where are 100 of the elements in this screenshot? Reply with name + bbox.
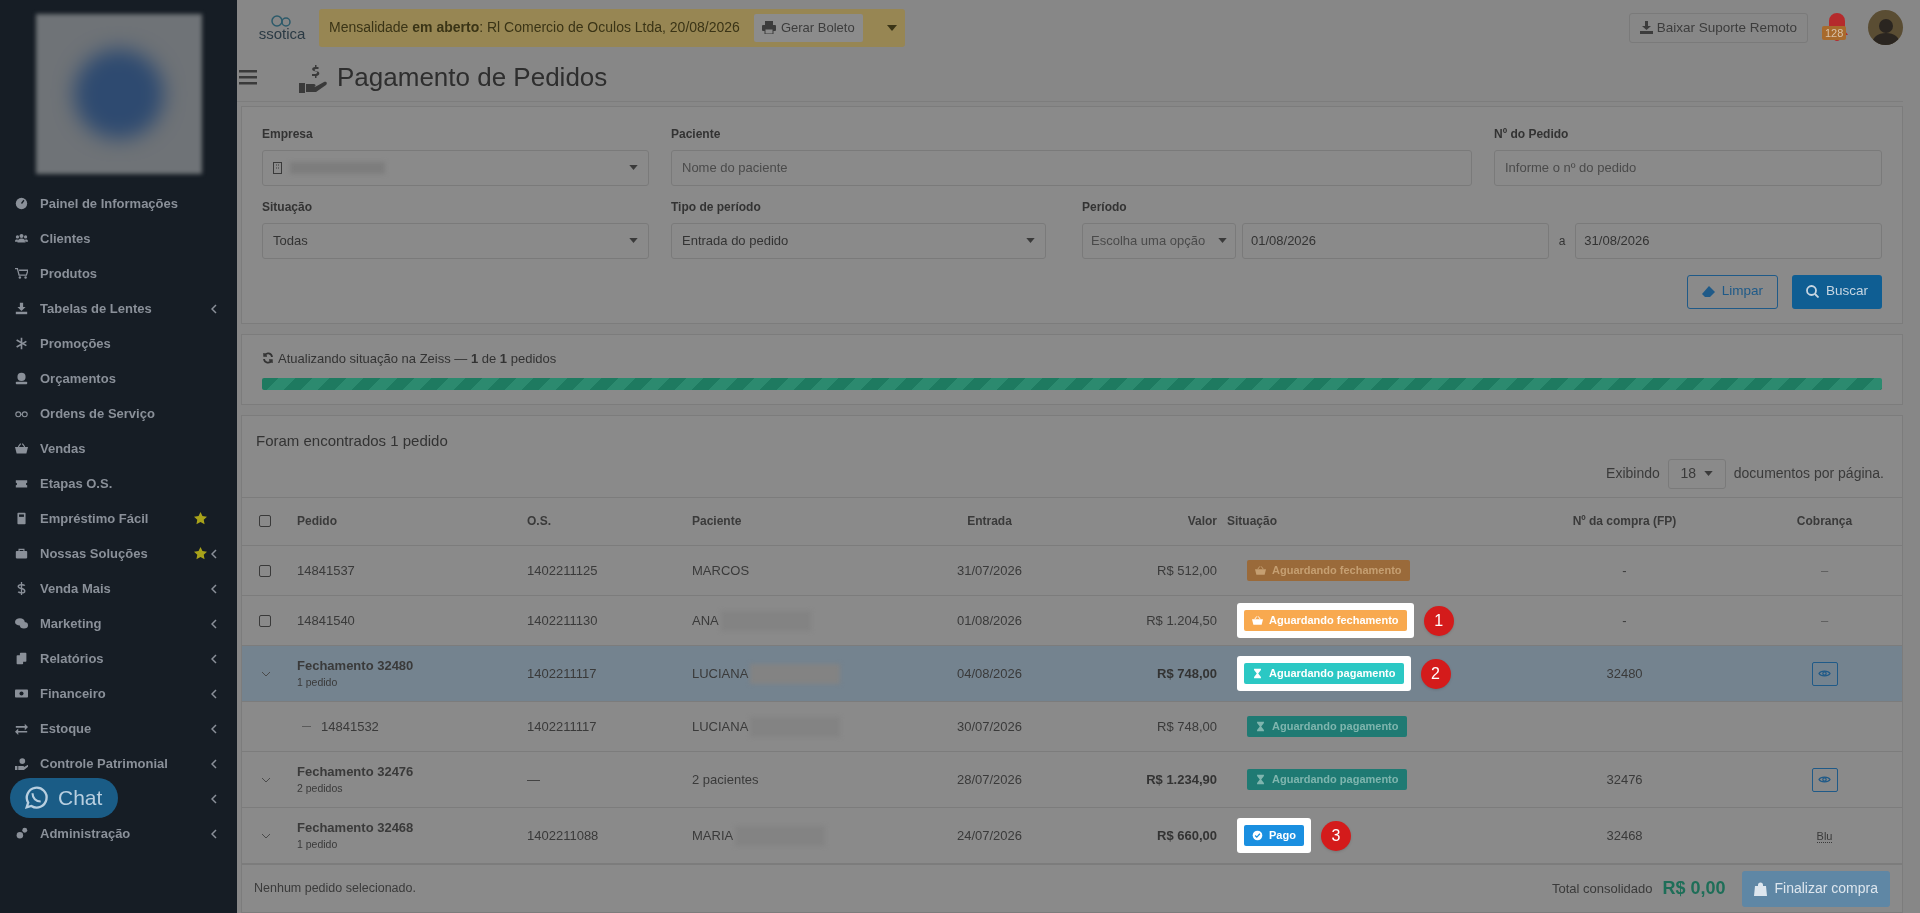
hourglass-icon: [1255, 720, 1266, 732]
sidebar-item[interactable]: Empréstimo Fácil: [0, 501, 237, 536]
closing-title: Fechamento 32480: [297, 656, 415, 675]
caret-down-icon: [629, 238, 638, 243]
empty-value: –: [1820, 612, 1829, 628]
field-label: Nº do Pedido: [1494, 125, 1570, 143]
table-row[interactable]: 14841540 1402211130 ANA 01/08/2026 R$ 1.204,50 Aguardando fechamento 1 - –: [242, 595, 1902, 646]
table-row[interactable]: Fechamento 32476 2 pedidos — 2 pacientes 28/07/2026 R$ 1.234,90 Aguardando pagamento 32476: [242, 751, 1902, 808]
service-order: 1402211117: [527, 665, 597, 681]
menu-icon[interactable]: [239, 70, 257, 86]
table-row[interactable]: Fechamento 32468 1 pedido 1402211088 MARIA 24/07/2026 R$ 660,00 Pago 3 32468 Blu: [242, 807, 1902, 864]
whatsapp-icon: [22, 784, 50, 812]
total-amount: R$ 0,00: [1662, 877, 1726, 900]
order-count: 1 pedido: [297, 837, 339, 853]
chevron-left-icon[interactable]: [211, 793, 217, 804]
exchange-arrows-icon: [15, 722, 28, 735]
callout-number: 3: [1320, 820, 1351, 851]
table-row[interactable]: Fechamento 32480 1 pedido 1402211117 LUCIANA 04/08/2026 R$ 748,00 Aguardando pagamento 2 32480: [242, 645, 1902, 702]
gauge-icon: [15, 197, 28, 210]
entry-date: 01/08/2026: [956, 612, 1023, 628]
search-icon: [1805, 285, 1819, 298]
checkbox[interactable]: [259, 614, 271, 627]
sidebar-item[interactable]: Etapas O.S.: [0, 466, 237, 501]
column-header: Pedido: [297, 514, 337, 529]
sidebar-item[interactable]: Orçamentos: [0, 361, 237, 396]
column-header: O.S.: [527, 514, 551, 529]
field-label: Tipo de período: [671, 198, 762, 216]
ticket-icon: [15, 477, 28, 490]
caret-down-icon[interactable]: [886, 24, 897, 31]
field-label: Situação: [262, 198, 313, 216]
amount: R$ 1.234,90: [1146, 771, 1217, 787]
amount: R$ 748,00: [1157, 718, 1217, 734]
sidebar-item[interactable]: Produtos: [0, 256, 237, 291]
page-size-select[interactable]: 18: [1667, 458, 1726, 489]
cart-icon: [15, 267, 28, 280]
caret-down-icon: [1704, 471, 1714, 476]
building-icon: [273, 161, 282, 174]
chevron-down-icon[interactable]: [261, 670, 271, 677]
range-separator: a: [1557, 232, 1567, 250]
chat-button[interactable]: Chat: [10, 778, 118, 818]
order-number-input[interactable]: Informe o nº do pedido: [1494, 149, 1882, 186]
table-row[interactable]: 14841537 1402211125 MARCOS 31/07/2026 R$ 512,00 Aguardando fechamento - –: [242, 545, 1902, 596]
sidebar-item[interactable]: Estoque: [0, 711, 237, 746]
status-select[interactable]: Todas: [262, 222, 649, 259]
calculator-icon: [15, 512, 28, 525]
page-size-label: Exibindo: [1606, 464, 1660, 483]
entry-date: 30/07/2026: [956, 718, 1023, 734]
period-type-select[interactable]: Entrada do pedido: [671, 222, 1046, 259]
dollar-icon: [15, 582, 28, 595]
entry-date: 24/07/2026: [956, 827, 1023, 843]
sidebar-item[interactable]: Tabelas de Lentes: [0, 291, 237, 326]
service-order: —: [527, 771, 540, 787]
view-button[interactable]: [1811, 767, 1838, 792]
remote-support-button[interactable]: Baixar Suporte Remoto: [1628, 12, 1808, 43]
search-button[interactable]: Buscar: [1791, 274, 1882, 309]
view-button[interactable]: [1811, 661, 1838, 686]
logo-circles-icon: [271, 14, 293, 29]
sidebar-item[interactable]: Venda Mais: [0, 571, 237, 606]
patient-name: 2 pacientes: [692, 770, 759, 789]
chevron-down-icon[interactable]: [261, 832, 271, 839]
purchase-number: 32468: [1606, 827, 1643, 843]
empty-value: –: [1820, 562, 1829, 578]
caret-down-icon: [1218, 238, 1227, 243]
download-icon: [1639, 21, 1653, 35]
notification-bell[interactable]: 128: [1822, 10, 1852, 45]
end-date-input[interactable]: 31/08/2026: [1575, 222, 1882, 259]
page-title: Pagamento de Pedidos: [337, 61, 608, 95]
field-label: Período: [1082, 198, 1128, 216]
billing-link[interactable]: Blu: [1816, 829, 1833, 843]
service-order: 1402211088: [527, 827, 599, 843]
eye-icon: [1818, 669, 1831, 678]
start-date-input[interactable]: 01/08/2026: [1242, 222, 1549, 259]
sidebar-item[interactable]: Relatórios: [0, 641, 237, 676]
user-avatar[interactable]: [1868, 10, 1903, 46]
hourglass-icon: [1255, 773, 1266, 785]
sidebar-item[interactable]: Marketing: [0, 606, 237, 641]
copy-icon: [15, 652, 28, 665]
patient-input[interactable]: Nome do paciente: [671, 149, 1472, 186]
column-header: Cobrança: [1796, 514, 1853, 529]
brand-logo: ssotica: [258, 26, 306, 42]
sidebar-item[interactable]: Painel de Informações: [0, 186, 237, 221]
service-order: 1402211117: [527, 718, 597, 734]
table-row[interactable]: 14841532 1402211117 LUCIANA 30/07/2026 R$ 748,00 Aguardando pagamento: [242, 701, 1902, 752]
sidebar-item[interactable]: Clientes: [0, 221, 237, 256]
sidebar-item[interactable]: Vendas: [0, 431, 237, 466]
patient-name: ANA: [692, 611, 719, 630]
checkbox[interactable]: [259, 515, 271, 528]
generate-slip-button[interactable]: Gerar Boleto: [753, 13, 863, 42]
sidebar-item[interactable]: Financeiro: [0, 676, 237, 711]
sidebar-item[interactable]: Controle Patrimonial: [0, 746, 237, 781]
purchase-number: 32480: [1606, 665, 1643, 681]
sidebar-item[interactable]: Promoções: [0, 326, 237, 361]
sidebar-item[interactable]: Administração: [0, 816, 237, 851]
chevron-down-icon[interactable]: [261, 776, 271, 783]
banknote-icon: [15, 687, 28, 700]
sidebar-item[interactable]: Ordens de Serviço: [0, 396, 237, 431]
sidebar-item[interactable]: Nossas Soluções: [0, 536, 237, 571]
briefcase-icon: [15, 547, 28, 560]
amount: R$ 748,00: [1157, 665, 1217, 681]
checkbox[interactable]: [259, 564, 271, 577]
